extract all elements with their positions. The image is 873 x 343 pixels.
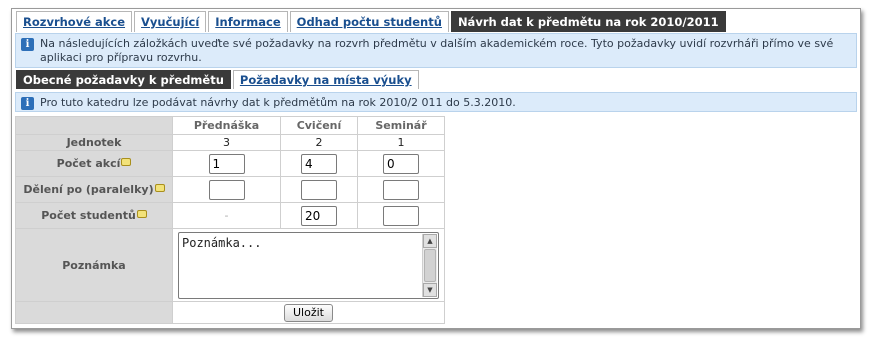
tab-obecne-pozadavky[interactable]: Obecné požadavky k předmětu (16, 70, 231, 89)
tab-navrh-dat[interactable]: Návrh dat k předmětu na rok 2010/2011 (450, 11, 726, 32)
info-icon: i (21, 97, 34, 110)
main-tab-bar: Rozvrhové akce Vyučující Informace Odhad… (16, 11, 728, 32)
tab-informace[interactable]: Informace (208, 11, 288, 32)
row-label-pocet-akci: Počet akcí (15, 150, 173, 177)
pocet-akci-prednaska-input[interactable] (208, 153, 245, 174)
pocet-studentu-label: Počet studentů (41, 209, 136, 222)
pocet-studentu-seminar-input[interactable] (383, 205, 419, 226)
tab-vyucujici[interactable]: Vyučující (134, 11, 207, 32)
info-message-deadline: i Pro tuto katedru lze podávat návrhy da… (15, 92, 857, 112)
pocet-akci-seminar-input[interactable] (383, 153, 419, 174)
row-label-jednotek: Jednotek (15, 134, 173, 151)
poznamka-text: Poznámka... (182, 235, 262, 250)
poznamka-textarea[interactable]: Poznámka... ▲ ▼ (178, 231, 439, 299)
pocet-akci-label: Počet akcí (56, 157, 121, 170)
row-label-poznamka: Poznámka (15, 228, 173, 302)
tab-pozadavky-na-mista[interactable]: Požadavky na místa výuky (232, 70, 419, 89)
comment-icon[interactable] (136, 210, 147, 218)
textarea-scrollbar[interactable]: ▲ ▼ (422, 233, 437, 297)
column-header-seminar: Seminář (357, 116, 445, 135)
deleni-seminar-input[interactable] (383, 179, 419, 200)
scrollbar-thumb[interactable] (424, 248, 436, 282)
comment-icon[interactable] (154, 184, 165, 192)
course-requirements-panel: Rozvrhové akce Vyučující Informace Odhad… (11, 8, 861, 329)
sub-tab-bar: Obecné požadavky k předmětu Požadavky na… (16, 70, 421, 89)
column-header-cviceni: Cvičení (280, 116, 358, 135)
deleni-prednaska-input[interactable] (208, 179, 245, 200)
info-message-main: i Na následujících záložkách uveďte své … (15, 33, 857, 68)
pocet-studentu-prednaska-na: - (224, 209, 229, 222)
scroll-up-arrow-icon[interactable]: ▲ (423, 233, 437, 248)
requirements-table: Přednáška Cvičení Seminář Jednotek 3 2 1… (15, 116, 445, 324)
jednotek-cviceni: 2 (280, 134, 358, 151)
save-button[interactable]: Uložit (284, 303, 333, 322)
comment-icon[interactable] (121, 158, 132, 166)
info-deadline-text: Pro tuto katedru lze podávat návrhy dat … (40, 96, 516, 109)
column-header-prednaska: Přednáška (172, 116, 281, 135)
row-label-pocet-studentu: Počet studentů (15, 202, 173, 229)
pocet-akci-cviceni-input[interactable] (301, 153, 337, 174)
jednotek-prednaska: 3 (172, 134, 281, 151)
pocet-studentu-cviceni-input[interactable] (301, 205, 337, 226)
scroll-down-arrow-icon[interactable]: ▼ (423, 282, 437, 297)
table-corner (15, 116, 173, 135)
info-icon: i (21, 38, 34, 51)
deleni-cviceni-input[interactable] (301, 179, 337, 200)
jednotek-seminar: 1 (357, 134, 445, 151)
info-message-text: Na následujících záložkách uveďte své po… (40, 37, 834, 64)
tab-odhad-poctu-studentu[interactable]: Odhad počtu studentů (289, 11, 449, 32)
tab-rozvrhove-akce[interactable]: Rozvrhové akce (16, 11, 133, 32)
row-label-deleni: Dělení po (paralelky) (15, 176, 173, 203)
deleni-label: Dělení po (paralelky) (23, 183, 154, 196)
footer-corner (15, 301, 173, 324)
